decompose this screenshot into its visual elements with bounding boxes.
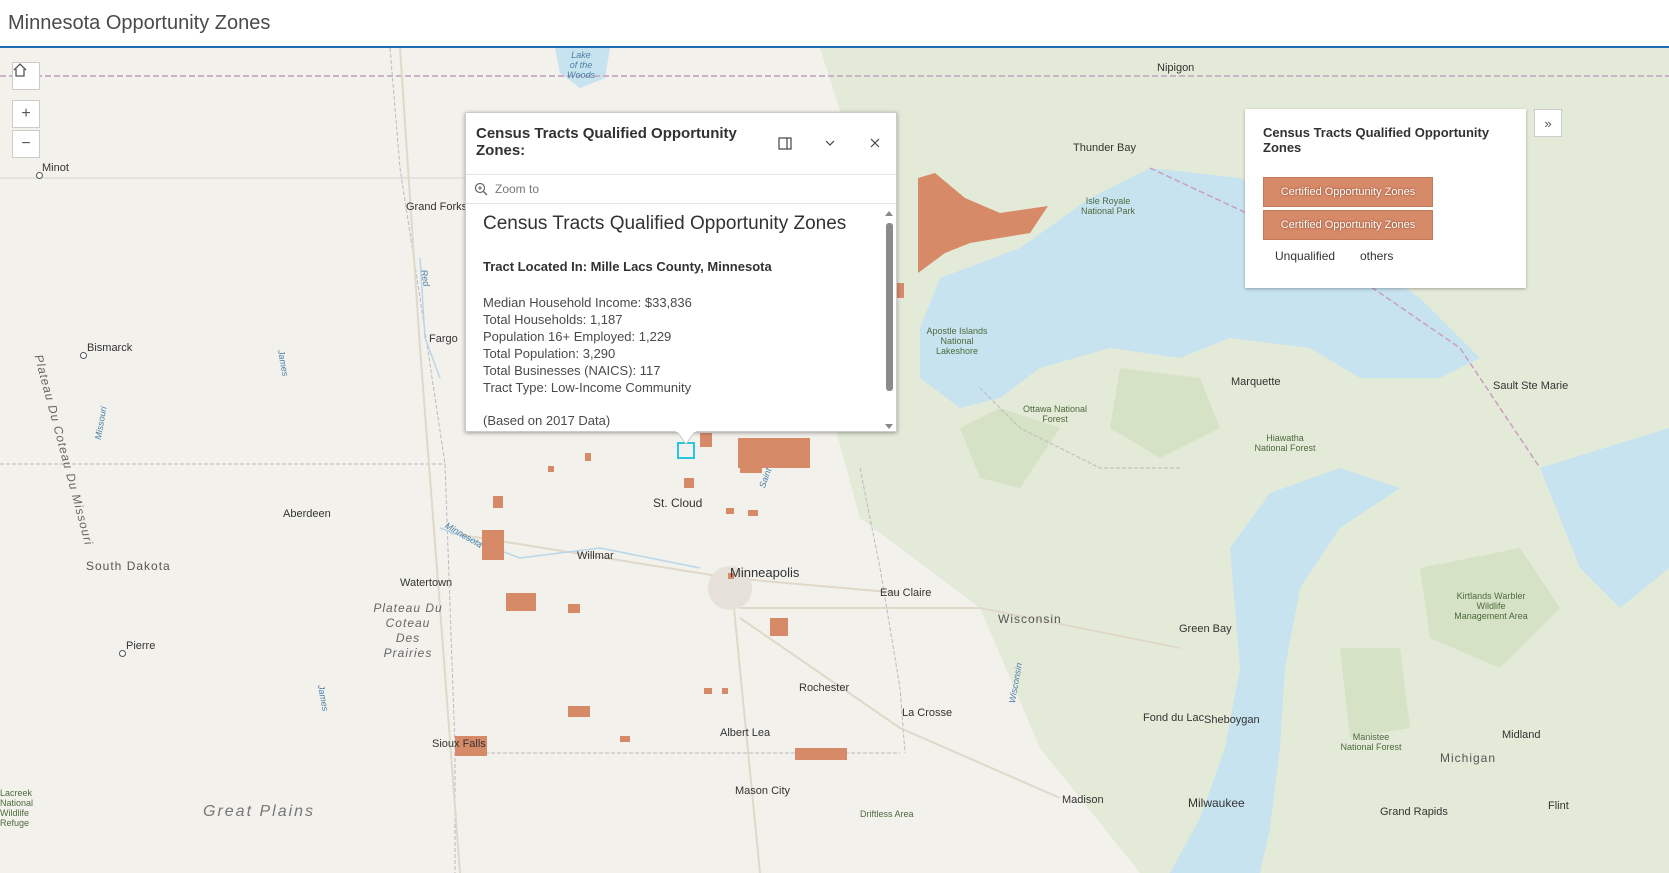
map-label-city: Nipigon xyxy=(1157,62,1195,74)
map-label-city: Sioux Falls xyxy=(432,738,486,750)
city-dot xyxy=(36,172,43,179)
map-label-park: Kirtlands Warbler Wildlife Management Ar… xyxy=(1454,591,1528,621)
double-chevron-right-icon: » xyxy=(1544,115,1552,131)
map-label-city: Sheboygan xyxy=(1204,714,1260,726)
map-label-city: La Crosse xyxy=(902,707,953,719)
map-label-city: Bismarck xyxy=(87,342,133,354)
map-label-park: Ottawa National Forest xyxy=(1022,404,1088,424)
zoom-in-button[interactable]: + xyxy=(12,100,40,128)
map-label-park: Isle Royale National Park xyxy=(1080,196,1136,216)
legend-panel: Census Tracts Qualified Opportunity Zone… xyxy=(1245,109,1526,288)
city-dot xyxy=(119,650,126,657)
popup-content: Census Tracts Qualified Opportunity Zone… xyxy=(483,213,878,428)
map-label-water: Lake of the Woods xyxy=(567,50,596,80)
popup-scrollbar[interactable] xyxy=(885,209,894,429)
map-label-city: Marquette xyxy=(1231,376,1281,388)
dock-button[interactable] xyxy=(773,133,797,153)
field-row: Total Population: 3,290 xyxy=(483,346,616,361)
map-label-city: Watertown xyxy=(400,577,453,589)
map-label-city: Fargo xyxy=(429,333,458,345)
map-label-city: Flint xyxy=(1548,800,1569,812)
legend-unqualified-label: Unqualified xyxy=(1275,249,1336,263)
map-label-park: Hiawatha National Forest xyxy=(1254,433,1316,453)
tract-location: Tract Located In: Mille Lacs County, Min… xyxy=(483,259,772,274)
popup-content-title: Census Tracts Qualified Opportunity Zone… xyxy=(483,213,847,234)
map-label-park: Apostle Islands National Lakeshore xyxy=(926,326,988,356)
zoom-to-label: Zoom to xyxy=(495,182,540,196)
map-label-city: Aberdeen xyxy=(283,508,331,520)
city-dot xyxy=(80,352,87,359)
legend-item: Certified Opportunity Zones xyxy=(1263,210,1433,240)
scroll-up-icon[interactable] xyxy=(885,211,893,216)
expand-button[interactable]: » xyxy=(1534,109,1562,137)
popup-header-title: Census Tracts Qualified Opportunity Zone… xyxy=(476,125,737,159)
legend-item: Certified Opportunity Zones xyxy=(1263,177,1433,207)
map-label-city: St. Cloud xyxy=(653,496,703,510)
zoom-out-button[interactable]: − xyxy=(12,130,40,158)
legend-others-label: others xyxy=(1360,249,1394,263)
map-label-city: Grand Forks xyxy=(406,201,468,213)
map-label-city: Pierre xyxy=(126,640,156,652)
map-label-city: Midland xyxy=(1502,729,1541,741)
map-label-city: Grand Rapids xyxy=(1380,806,1448,818)
map-label-city: Rochester xyxy=(799,682,850,694)
zoom-out-icon: − xyxy=(21,135,31,152)
map-label-state: Wisconsin xyxy=(998,612,1062,626)
field-row: Total Businesses (NAICS): 117 xyxy=(483,363,661,378)
home-icon xyxy=(13,63,27,77)
map-label-city: Green Bay xyxy=(1179,623,1232,635)
map-label-city: Sault Ste Marie xyxy=(1493,380,1569,392)
feature-popup: Census Tracts Qualified Opportunity Zone… xyxy=(465,112,897,432)
zoom-to-icon xyxy=(474,182,488,196)
legend-title: Census Tracts Qualified Opportunity Zone… xyxy=(1263,125,1490,155)
close-icon xyxy=(870,138,880,148)
scroll-down-icon[interactable] xyxy=(885,424,893,429)
field-row: Tract Type: Low-Income Community xyxy=(483,380,692,395)
home-button[interactable] xyxy=(12,62,40,90)
map-label-city: Willmar xyxy=(577,550,614,562)
map-label-city: Eau Claire xyxy=(880,587,932,599)
field-row: Population 16+ Employed: 1,229 xyxy=(483,329,672,344)
map-label-region: Great Plains xyxy=(203,803,316,820)
map-label-city: Minneapolis xyxy=(730,565,800,580)
app-header: Minnesota Opportunity Zones xyxy=(0,0,1669,48)
data-note: (Based on 2017 Data) xyxy=(483,413,611,428)
map-label-park: Driftless Area xyxy=(860,809,914,819)
close-button[interactable] xyxy=(863,133,887,153)
map-label-city: Milwaukee xyxy=(1188,796,1245,810)
zoom-to-action[interactable]: Zoom to xyxy=(466,174,896,204)
collapse-button[interactable] xyxy=(818,133,842,153)
map-label-city: Madison xyxy=(1062,794,1104,806)
map-label-state: Michigan xyxy=(1440,751,1497,765)
map-label-region: Plateau Du Coteau Des Prairies xyxy=(373,601,443,660)
chevron-down-icon xyxy=(825,140,835,146)
map-label-park: Manistee National Forest xyxy=(1340,732,1402,752)
map-label-city: Minot xyxy=(42,162,69,174)
map-label-park: Lacreek National Wildlife Refuge xyxy=(0,788,34,828)
scroll-thumb[interactable] xyxy=(886,223,893,391)
field-row: Median Household Income: $33,836 xyxy=(483,295,692,310)
map-label-city: Mason City xyxy=(735,785,791,797)
app-title: Minnesota Opportunity Zones xyxy=(8,12,271,34)
popup-pointer xyxy=(676,430,696,444)
map-label-city: Thunder Bay xyxy=(1073,142,1136,154)
map-label-state: South Dakota xyxy=(86,559,171,573)
map-label-city: Albert Lea xyxy=(720,727,771,739)
map-label-city: Fond du Lac xyxy=(1143,712,1205,724)
dock-icon xyxy=(778,136,792,150)
zoom-in-icon: + xyxy=(21,105,31,122)
field-row: Total Households: 1,187 xyxy=(483,312,623,327)
